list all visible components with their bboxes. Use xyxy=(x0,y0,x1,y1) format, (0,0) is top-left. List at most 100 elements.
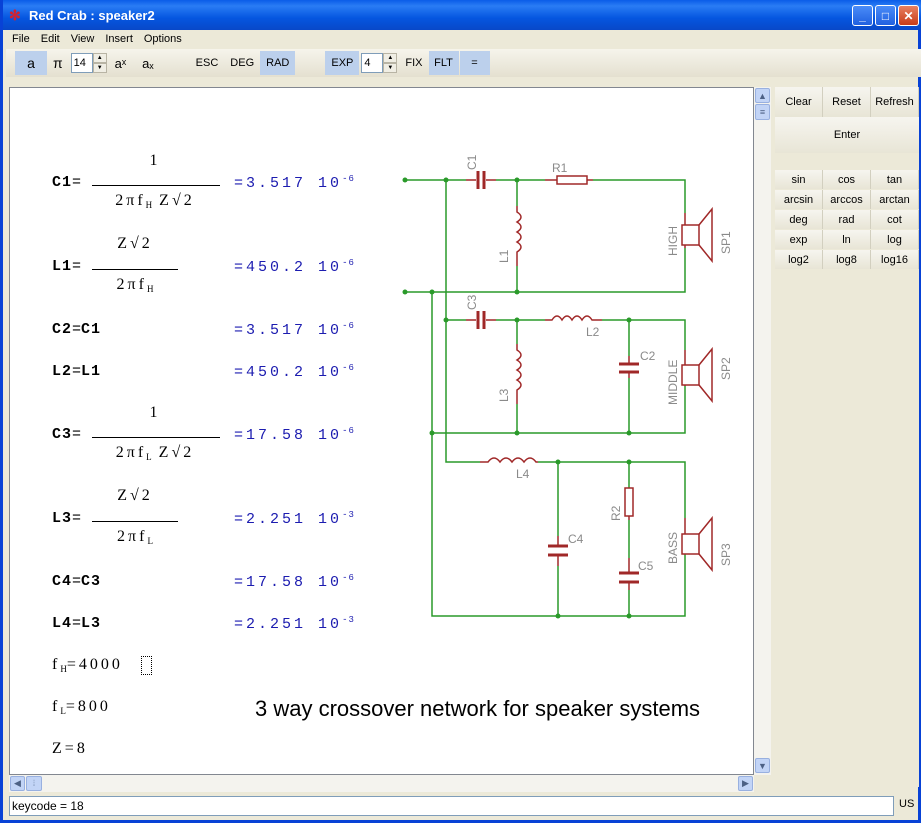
spin-up-icon[interactable]: ▲ xyxy=(383,53,398,63)
capacitor-c1 xyxy=(466,171,496,189)
label-c3: C3 xyxy=(465,294,479,310)
fn-deg-button[interactable]: deg xyxy=(775,210,823,229)
label-c5: C5 xyxy=(638,559,654,573)
fn-arccos-button[interactable]: arccos xyxy=(823,190,871,209)
fn-cos-button[interactable]: cos xyxy=(823,170,871,189)
menu-edit[interactable]: Edit xyxy=(41,33,60,45)
label-l2: L2 xyxy=(586,325,600,339)
fn-cot-button[interactable]: cot xyxy=(871,210,919,229)
scroll-down-icon[interactable]: ▼ xyxy=(755,758,770,773)
label-bass: BASS xyxy=(666,532,680,564)
label-sp1: SP1 xyxy=(719,231,733,254)
enter-button[interactable]: Enter xyxy=(775,117,919,153)
deg-button[interactable]: DEG xyxy=(224,51,260,75)
label-c1: C1 xyxy=(465,154,479,170)
clear-button[interactable]: Clear xyxy=(775,87,823,117)
close-icon: ✕ xyxy=(903,8,914,23)
fn-log16-button[interactable]: log16 xyxy=(871,250,919,269)
inductor-l2 xyxy=(545,315,602,322)
exp-digits-spinner[interactable]: ▲▼ xyxy=(361,52,398,74)
fn-ln-button[interactable]: ln xyxy=(823,230,871,249)
label-r1: R1 xyxy=(552,161,568,175)
label-c4: C4 xyxy=(568,532,584,546)
fix-button[interactable]: FIX xyxy=(399,51,428,75)
scroll-right-icon[interactable]: ▶ xyxy=(738,776,753,791)
maximize-button[interactable]: □ xyxy=(875,5,896,26)
label-c2: C2 xyxy=(640,349,656,363)
precision-spinner[interactable]: ▲▼ xyxy=(70,52,107,74)
status-field[interactable]: keycode = 18 xyxy=(9,796,894,816)
capacitor-c5 xyxy=(619,558,639,590)
pi-button[interactable]: π xyxy=(47,51,69,75)
menu-file[interactable]: File xyxy=(12,33,30,45)
label-sp2: SP2 xyxy=(719,357,733,380)
toolbar: a π ▲▼ aˣ aₓ ESC DEG RAD EXP ▲▼ FIX FLT … xyxy=(6,49,921,77)
horizontal-scrollbar[interactable]: ◀ ⦙ ▶ xyxy=(9,775,754,792)
fn-rad-button[interactable]: rad xyxy=(823,210,871,229)
power-button[interactable]: aˣ xyxy=(109,51,133,75)
refresh-button[interactable]: Refresh xyxy=(871,87,919,117)
scroll-up-icon[interactable]: ▲ xyxy=(755,88,770,103)
label-high: HIGH xyxy=(666,226,680,256)
speaker-sp3 xyxy=(681,515,713,573)
minimize-button[interactable]: _ xyxy=(852,5,873,26)
exp-digits-input[interactable] xyxy=(361,53,384,73)
label-l3: L3 xyxy=(497,388,511,402)
spin-up-icon[interactable]: ▲ xyxy=(92,53,107,63)
document-canvas[interactable]: C1= 1 2πfH Z√2 =3.517 10-6 L1= Z√2 2πfH … xyxy=(9,87,754,775)
capacitor-c3 xyxy=(466,311,496,329)
vertical-scrollbar[interactable]: ▲ ≡ ▼ xyxy=(754,87,771,775)
crab-icon: ✻ xyxy=(9,7,21,23)
label-l1: L1 xyxy=(497,249,511,263)
speaker-sp2 xyxy=(681,346,713,404)
capacitor-c2 xyxy=(619,356,639,378)
exp-button[interactable]: EXP xyxy=(325,51,360,75)
inductor-l4 xyxy=(480,457,538,464)
maximize-icon: □ xyxy=(881,8,890,23)
fn-log2-button[interactable]: log2 xyxy=(775,250,823,269)
speaker-sp1 xyxy=(681,206,713,264)
flt-button[interactable]: FLT xyxy=(428,51,459,75)
close-button[interactable]: ✕ xyxy=(898,5,919,26)
variable-button[interactable]: a xyxy=(15,51,47,75)
fn-arctan-button[interactable]: arctan xyxy=(871,190,919,209)
menu-view[interactable]: View xyxy=(71,33,95,45)
wires xyxy=(405,179,686,617)
subscript-button[interactable]: aₓ xyxy=(136,51,160,75)
label-sp3: SP3 xyxy=(719,543,733,566)
equals-button[interactable]: = xyxy=(459,51,490,75)
function-panel: Clear Reset Refresh Enter sin cos tan arcsi… xyxy=(775,87,919,787)
locale-indicator: US xyxy=(899,798,915,810)
label-r2: R2 xyxy=(609,505,623,521)
fn-tan-button[interactable]: tan xyxy=(871,170,919,189)
crossover-schematic: C1 R1 L1 HIGH SP1 C3 L2 C2 L3 MIDDLE SP2… xyxy=(402,154,733,619)
scroll-thumb[interactable]: ⦙ xyxy=(26,776,42,791)
precision-input[interactable] xyxy=(70,53,93,73)
capacitor-c4 xyxy=(548,536,568,566)
fn-exp-button[interactable]: exp xyxy=(775,230,823,249)
menu-bar: File Edit View Insert Options xyxy=(6,30,921,48)
resistor-r1 xyxy=(545,175,593,185)
fn-log8-button[interactable]: log8 xyxy=(823,250,871,269)
minimize-icon: _ xyxy=(859,8,866,23)
menu-insert[interactable]: Insert xyxy=(105,33,133,45)
text-cursor xyxy=(141,656,152,675)
inductor-l1 xyxy=(515,206,522,266)
window-title: Red Crab : speaker2 xyxy=(29,7,155,23)
scroll-left-icon[interactable]: ◀ xyxy=(10,776,25,791)
spin-down-icon[interactable]: ▼ xyxy=(92,63,107,73)
resistor-r2 xyxy=(624,487,634,520)
fn-log-button[interactable]: log xyxy=(871,230,919,249)
label-l4: L4 xyxy=(516,467,530,481)
inductor-l3 xyxy=(515,344,522,404)
reset-button[interactable]: Reset xyxy=(823,87,871,117)
title-bar[interactable]: ✻ Red Crab : speaker2 _ □ ✕ xyxy=(3,0,921,30)
esc-button[interactable]: ESC xyxy=(190,51,225,75)
scroll-thumb[interactable]: ≡ xyxy=(755,104,770,120)
label-middle: MIDDLE xyxy=(666,360,680,405)
fn-sin-button[interactable]: sin xyxy=(775,170,823,189)
spin-down-icon[interactable]: ▼ xyxy=(383,63,398,73)
menu-options[interactable]: Options xyxy=(144,33,182,45)
fn-arcsin-button[interactable]: arcsin xyxy=(775,190,823,209)
rad-button[interactable]: RAD xyxy=(260,51,296,75)
